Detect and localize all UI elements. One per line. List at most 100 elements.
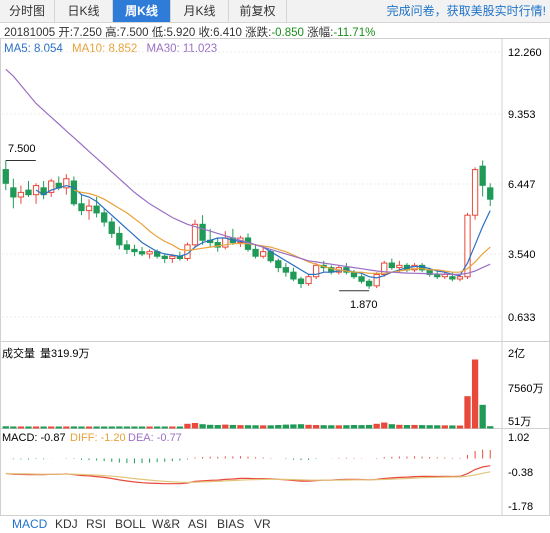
price-tick: 3.540 [508, 249, 536, 261]
volume-bar [244, 425, 252, 429]
diff-value: DIFF: -1.20 [70, 432, 126, 444]
volume-bar [199, 424, 206, 429]
candle-body [275, 260, 282, 269]
volume-bar [48, 426, 55, 429]
volume-bar [154, 426, 161, 429]
volume-bar [169, 426, 176, 429]
tab-asi[interactable]: ASI [188, 516, 207, 533]
volume-bar [312, 425, 320, 429]
candle-body [396, 264, 403, 269]
volume-bar [320, 425, 327, 429]
price-tick: 12.260 [508, 47, 542, 59]
macd-panel [5, 449, 491, 485]
candle-body [85, 205, 93, 212]
volume-bar [2, 426, 9, 429]
high-annotation: 7.500 [8, 143, 36, 155]
stock-chart: 12.260 9.353 6.447 3.540 0.633 7.500 1.8… [0, 38, 550, 516]
candle-body [305, 276, 312, 285]
price-tick: 9.353 [508, 109, 536, 121]
volume-bar [456, 425, 464, 429]
volume-bar [63, 426, 70, 429]
volume-bar [25, 426, 32, 429]
candle-body [123, 244, 131, 250]
volume-bar [123, 426, 131, 429]
volume-bar [290, 424, 297, 429]
tab-kdj[interactable]: KDJ [55, 516, 78, 533]
dea-value: DEA: -0.77 [128, 432, 182, 444]
candle-body [479, 165, 486, 186]
candle-body [131, 248, 138, 253]
candle-body [297, 278, 305, 285]
candle-body [70, 180, 78, 205]
volume-bar [487, 426, 494, 429]
volume-bar [131, 426, 138, 429]
volume-bar [449, 425, 456, 429]
candle-body [32, 185, 40, 196]
volume-bar [78, 426, 85, 429]
candle-body [199, 223, 206, 241]
volume-bar [259, 425, 267, 429]
volume-bar [381, 422, 388, 429]
tab-wr[interactable]: W&R [152, 516, 180, 533]
candle-body [290, 271, 297, 280]
candle-body [10, 187, 17, 198]
candle-body [252, 248, 259, 257]
price-tick: 0.633 [508, 312, 536, 324]
volume-bar [479, 404, 486, 429]
volume-bar [93, 426, 100, 429]
volume-bar [222, 424, 229, 429]
volume-tick: 7560万 [508, 383, 543, 395]
volume-bar [434, 425, 441, 429]
volume-bar [328, 425, 335, 429]
price-panel [2, 68, 494, 292]
ma-line-ma10 [73, 189, 491, 274]
volume-bar [10, 426, 17, 429]
candle-body [487, 187, 494, 200]
candle-body [17, 191, 25, 198]
volume-bar [207, 424, 214, 429]
macd-tick: -1.78 [508, 501, 533, 513]
macd-value: MACD: -0.87 [2, 432, 66, 444]
tab-macd[interactable]: MACD [12, 516, 47, 533]
volume-bar [471, 359, 479, 429]
candle-body [434, 273, 441, 278]
tab-rsi[interactable]: RSI [86, 516, 106, 533]
candle-body [116, 232, 123, 246]
candle-body [161, 255, 168, 259]
volume-bar [32, 426, 40, 429]
tab-vr[interactable]: VR [254, 516, 271, 533]
candle-body [449, 276, 456, 280]
volume-bar [191, 422, 199, 429]
candle-body [312, 264, 320, 278]
candle-body [78, 203, 85, 212]
volume-bar [40, 426, 47, 429]
tab-boll[interactable]: BOLL [115, 516, 146, 533]
volume-bar [55, 426, 62, 429]
volume-bar [388, 424, 395, 429]
candle-body [25, 189, 32, 196]
volume-bar [252, 425, 259, 429]
volume-bar [108, 426, 115, 429]
volume-tick: 51万 [508, 416, 531, 428]
volume-bar [85, 426, 93, 429]
candle-body [2, 169, 9, 184]
volume-bar [161, 426, 168, 429]
volume-title: 成交量 [2, 346, 35, 360]
volume-bar [116, 426, 123, 429]
volume-bar [426, 425, 433, 429]
candle-body [358, 276, 365, 282]
tab-bias[interactable]: BIAS [217, 516, 244, 533]
volume-bar [138, 426, 146, 429]
volume-bar [464, 396, 471, 429]
volume-bar [343, 425, 350, 429]
price-tick: 6.447 [508, 179, 536, 191]
volume-bar [441, 425, 448, 429]
volume-bar [229, 424, 237, 429]
volume-bar [176, 426, 184, 429]
volume-bar [70, 426, 78, 429]
volume-bar [305, 424, 312, 429]
candle-body [282, 267, 289, 273]
volume-bar [350, 425, 358, 429]
candle-body [259, 251, 267, 257]
candle-body [456, 276, 464, 280]
